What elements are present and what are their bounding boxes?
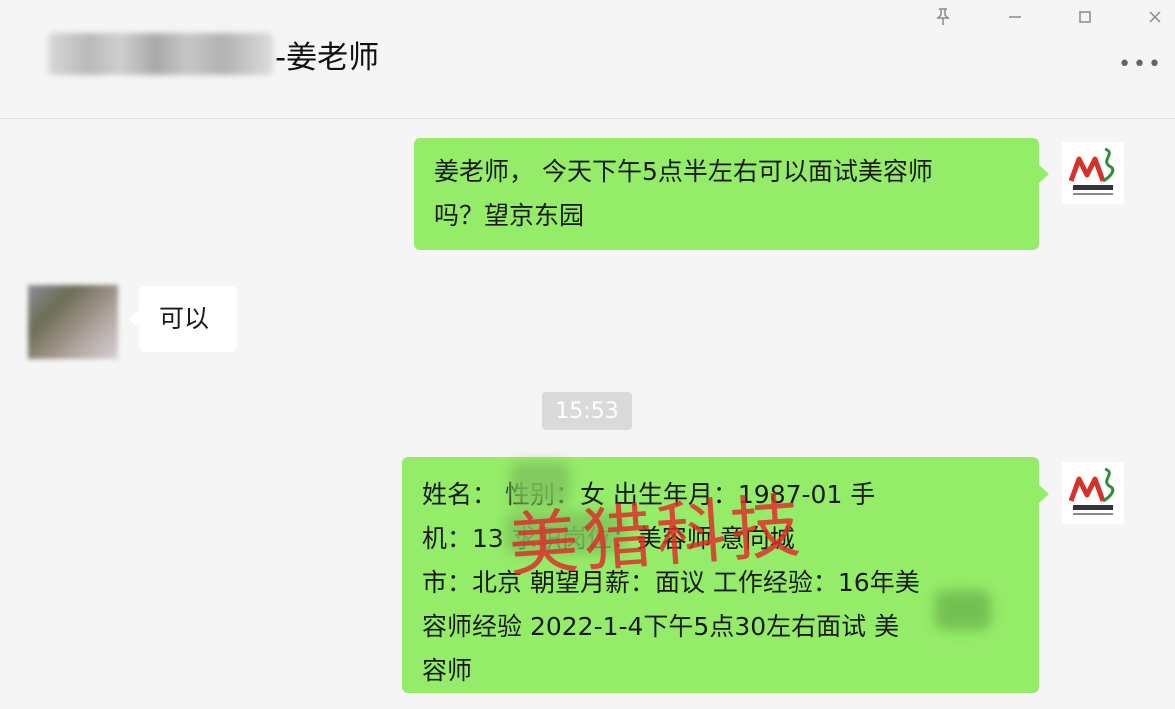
close-icon[interactable] [1140,2,1170,32]
bubble-tail [1039,485,1049,503]
chat-title: -姜老师 [48,30,379,78]
maximize-icon[interactable] [1070,2,1100,32]
chat-title-text: -姜老师 [275,39,380,76]
more-icon[interactable]: ••• [1118,52,1163,77]
message-bubble-me[interactable]: 姜老师， 今天下午5点半左右可以面试美容师 吗？望京东园 [414,138,1039,250]
message-text: 可以 [159,304,210,333]
redacted-text [935,590,991,630]
brand-logo-icon [1068,147,1115,195]
minimize-icon[interactable] [1000,2,1030,32]
message-bubble-me[interactable]: 姓名： 性别：女 出生年月：1987-01 手 机：13 求职岗位：美容师 意向… [402,457,1039,693]
message-line: 姜老师， 今天下午5点半左右可以面试美容师 [434,157,933,186]
message-line: 容师经验 2022-1-4下午5点30左右面试 美 [422,612,900,641]
pin-icon[interactable] [928,2,958,32]
bubble-tail [129,310,139,328]
brand-logo-icon [1068,467,1115,515]
my-avatar[interactable] [1062,462,1124,524]
contact-avatar[interactable] [28,285,118,359]
message-bubble-other[interactable]: 可以 [139,286,237,352]
message-timestamp: 15:53 [542,392,632,430]
bubble-tail [1039,165,1049,183]
blurred-contact-name [48,33,273,75]
message-line: 市：北京 朝望月薪：面议 工作经验：16年美 [422,568,920,597]
chat-header: -姜老师 ••• [0,0,1175,119]
message-line: 容师 [422,656,473,685]
my-avatar[interactable] [1062,142,1124,204]
redacted-name [510,462,570,506]
redacted-phone [505,512,625,554]
message-line: 吗？望京东园 [434,201,585,230]
